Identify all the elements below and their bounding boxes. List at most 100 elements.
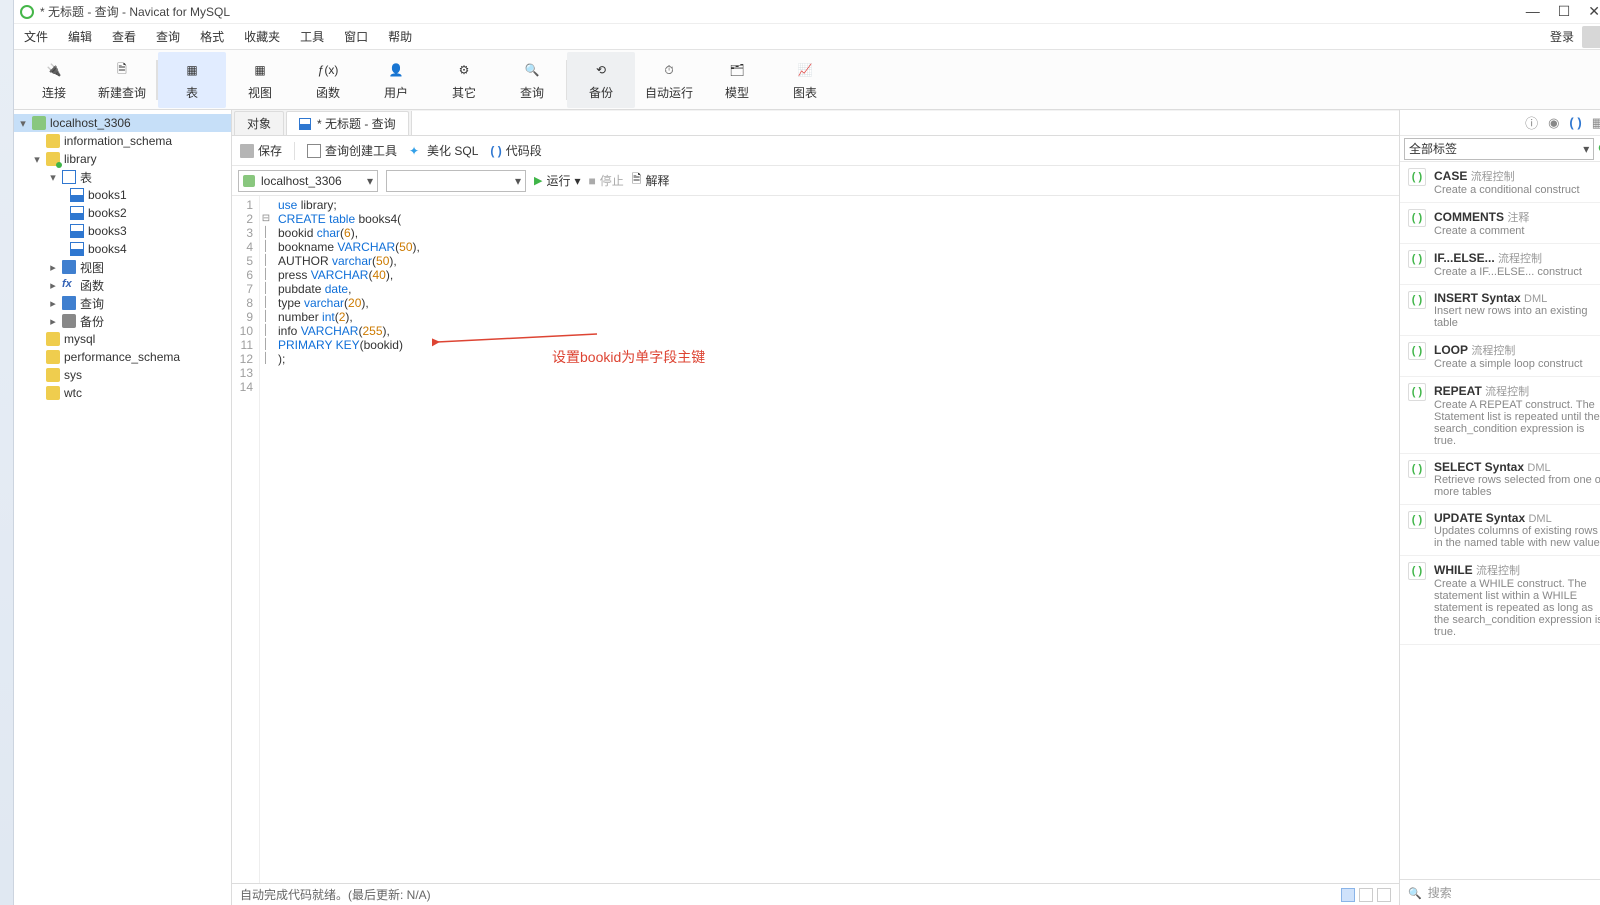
grid-icon[interactable]: ▦: [1592, 115, 1600, 131]
toolbar-auto[interactable]: ⏱自动运行: [635, 52, 703, 108]
toolbar-backup[interactable]: ⟲备份: [567, 52, 635, 108]
toolbar-chart[interactable]: 📈图表: [771, 52, 839, 108]
menu-view[interactable]: 查看: [112, 28, 136, 45]
right-icon-bar: ⓘ ◉ ( ) ▦: [1400, 110, 1600, 136]
tree-functions[interactable]: ▸fx 函数: [14, 276, 231, 294]
connection-icon: [32, 116, 46, 130]
eye-icon[interactable]: ◉: [1548, 115, 1559, 131]
tree-table[interactable]: books2: [14, 204, 231, 222]
tree-tables-folder[interactable]: ▾ 表: [14, 168, 231, 186]
snippet-item[interactable]: ( )SELECT Syntax DMLRetrieve rows select…: [1400, 454, 1600, 505]
tree-backup[interactable]: ▸ 备份: [14, 312, 231, 330]
menu-window[interactable]: 窗口: [344, 28, 368, 45]
tree-label: books1: [88, 188, 127, 202]
app-window: * 无标题 - 查询 - Navicat for MySQL — ☐ ✕ 文件 …: [14, 0, 1600, 905]
layout-toggle-1[interactable]: [1341, 888, 1355, 902]
toolbar-other[interactable]: ⚙其它: [430, 52, 498, 108]
snippet-icon: ( ): [1408, 342, 1426, 360]
menu-query[interactable]: 查询: [156, 28, 180, 45]
tree-table[interactable]: books1: [14, 186, 231, 204]
tree-connection[interactable]: ▾ localhost_3306: [14, 114, 231, 132]
filter-value: 全部标签: [1409, 140, 1457, 157]
menu-file[interactable]: 文件: [24, 28, 48, 45]
menu-help[interactable]: 帮助: [388, 28, 412, 45]
snippet-item[interactable]: ( )UPDATE Syntax DMLUpdates columns of e…: [1400, 505, 1600, 556]
line-gutter: 1234567891011121314: [232, 196, 260, 883]
toolbar-user[interactable]: 👤用户: [362, 52, 430, 108]
database-select[interactable]: ▾: [386, 170, 526, 192]
tree-db[interactable]: wtc: [14, 384, 231, 402]
stop-button[interactable]: ■ 停止: [589, 172, 624, 189]
label: 保存: [258, 142, 282, 159]
tree-db[interactable]: sys: [14, 366, 231, 384]
toolbar-view[interactable]: ▦视图: [226, 52, 294, 108]
login-link[interactable]: 登录: [1550, 28, 1574, 45]
page-crop-strip: [0, 0, 14, 905]
query-tab-icon: [299, 118, 311, 130]
tree-table[interactable]: books4: [14, 240, 231, 258]
snippet-item[interactable]: ( )INSERT Syntax DMLInsert new rows into…: [1400, 285, 1600, 336]
tab-current-query[interactable]: * 无标题 - 查询: [286, 111, 409, 135]
tree-db[interactable]: information_schema: [14, 132, 231, 150]
chevron-down-icon: ▾: [1583, 142, 1589, 156]
snippet-desc: Updates columns of existing rows in the …: [1434, 525, 1600, 549]
snippet-item[interactable]: ( )CASE 流程控制Create a conditional constru…: [1400, 162, 1600, 203]
tree-views[interactable]: ▸ 视图: [14, 258, 231, 276]
code-area[interactable]: 设置bookid为单字段主键 use library;CREATE table …: [272, 196, 1399, 883]
tree-db[interactable]: mysql: [14, 330, 231, 348]
layout-toggle-3[interactable]: [1377, 888, 1391, 902]
menu-edit[interactable]: 编辑: [68, 28, 92, 45]
layout-toggle-2[interactable]: [1359, 888, 1373, 902]
fold-gutter: ⊟││││││││││: [260, 196, 272, 883]
label: 停止: [600, 172, 624, 189]
toolbar-newq[interactable]: 🗎新建查询: [88, 52, 156, 108]
tree-label: 查询: [80, 295, 104, 312]
snippet-item[interactable]: ( )IF...ELSE... 流程控制Create a IF...ELSE..…: [1400, 244, 1600, 285]
toolbar-query[interactable]: 🔍查询: [498, 52, 566, 108]
tag-filter-select[interactable]: 全部标签 ▾: [1404, 138, 1594, 160]
info-icon[interactable]: ⓘ: [1525, 113, 1538, 132]
snippet-item[interactable]: ( )LOOP 流程控制Create a simple loop constru…: [1400, 336, 1600, 377]
menu-format[interactable]: 格式: [200, 28, 224, 45]
tables-icon: [62, 170, 76, 184]
avatar-icon[interactable]: [1582, 26, 1600, 48]
save-button[interactable]: 保存: [240, 142, 282, 159]
tree-db-library[interactable]: ▾ library: [14, 150, 231, 168]
beautify-button[interactable]: 美化 SQL: [409, 142, 478, 159]
explain-button[interactable]: 🗎解释: [632, 170, 670, 191]
tree-table[interactable]: books3: [14, 222, 231, 240]
tree-label: localhost_3306: [50, 116, 131, 130]
snippet-button[interactable]: ( )代码段: [490, 142, 541, 159]
braces-icon[interactable]: ( ): [1569, 115, 1581, 130]
snippet-item[interactable]: ( )COMMENTS 注释Create a comment: [1400, 203, 1600, 244]
minimize-button[interactable]: —: [1526, 3, 1540, 20]
tree-queries[interactable]: ▸ 查询: [14, 294, 231, 312]
right-panel: ⓘ ◉ ( ) ▦ 全部标签 ▾ ⟳ ( )CASE 流程控制Create a …: [1400, 110, 1600, 905]
tree-label: library: [64, 152, 97, 166]
snippet-item[interactable]: ( )WHILE 流程控制Create a WHILE construct. T…: [1400, 556, 1600, 645]
snippet-icon: ( ): [1408, 291, 1426, 309]
stop-icon: ■: [589, 174, 596, 188]
toolbar-model[interactable]: 🗂模型: [703, 52, 771, 108]
tab-label: 对象: [247, 115, 271, 132]
label: 连接: [42, 84, 66, 101]
menu-tools[interactable]: 工具: [300, 28, 324, 45]
snippet-item[interactable]: ( )REPEAT 流程控制Create A REPEAT construct.…: [1400, 377, 1600, 454]
connection-select[interactable]: localhost_3306 ▾: [238, 170, 378, 192]
menu-favorites[interactable]: 收藏夹: [244, 28, 280, 45]
tab-spacer: [411, 111, 1399, 135]
label: 自动运行: [645, 84, 693, 101]
close-button[interactable]: ✕: [1588, 3, 1600, 20]
query-builder-button[interactable]: 查询创建工具: [307, 142, 397, 159]
toolbar-fx[interactable]: ƒ(x)函数: [294, 52, 362, 108]
run-button[interactable]: ▶运行 ▾: [534, 172, 581, 189]
tree-db[interactable]: performance_schema: [14, 348, 231, 366]
snippet-search[interactable]: 搜索: [1400, 879, 1600, 905]
label: 查询创建工具: [325, 142, 397, 159]
maximize-button[interactable]: ☐: [1558, 3, 1571, 20]
toolbar-plug[interactable]: 🔌连接: [20, 52, 88, 108]
toolbar-table[interactable]: ▦表: [158, 52, 226, 108]
sql-editor[interactable]: 1234567891011121314 ⊟││││││││││ 设置bookid…: [232, 196, 1399, 883]
backup-icon: [62, 314, 76, 328]
tab-objects[interactable]: 对象: [234, 111, 284, 135]
